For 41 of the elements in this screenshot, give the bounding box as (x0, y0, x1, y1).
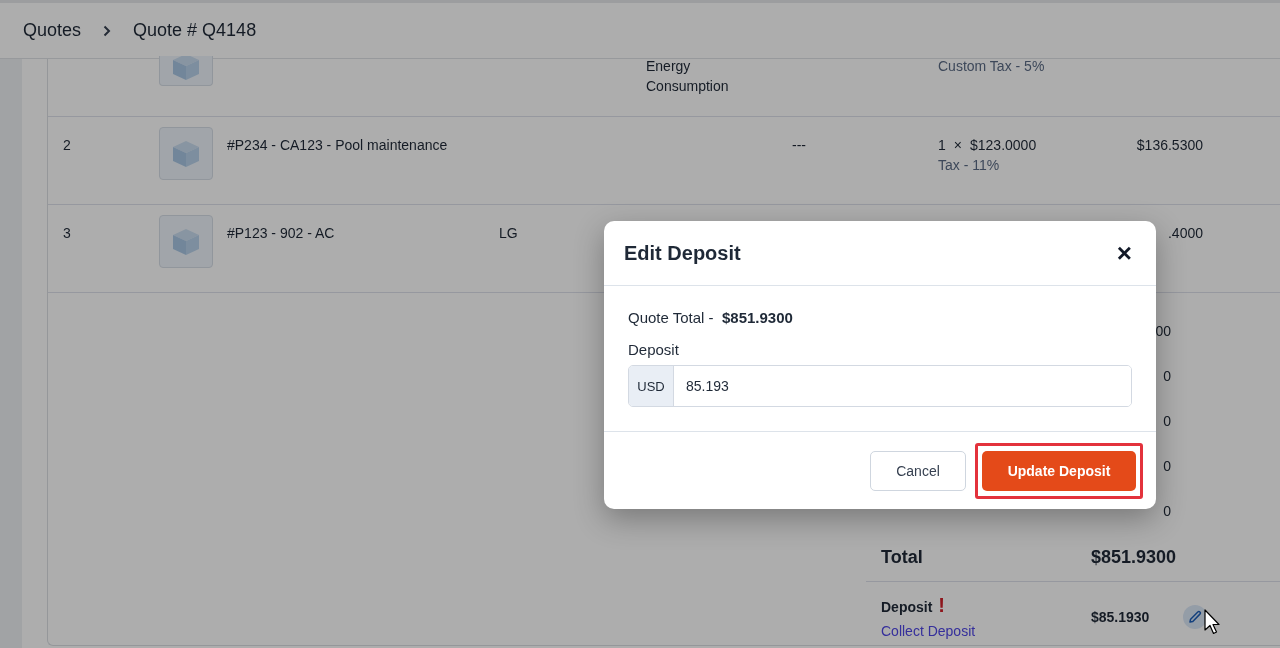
summary-value: 0 (1163, 502, 1171, 519)
deposit-field-label: Deposit (628, 341, 680, 358)
deposit-input-field[interactable]: USD 85.193 (628, 365, 1132, 407)
collect-deposit-link[interactable]: Collect Deposit (881, 623, 1091, 639)
close-button[interactable]: × (1112, 237, 1136, 269)
alert-mark: ! (938, 594, 945, 617)
summary-value: 0 (1163, 457, 1171, 474)
update-deposit-button[interactable]: Update Deposit (982, 451, 1136, 491)
cancel-button[interactable]: Cancel (870, 451, 966, 491)
product-thumbnail (159, 215, 213, 268)
row-number: 2 (63, 137, 71, 153)
dialog-title: Edit Deposit (624, 241, 741, 265)
summary-value: 00 (1155, 322, 1171, 339)
deposit-label: Deposit (881, 599, 933, 615)
quote-total-label: Quote Total - (628, 309, 714, 326)
unit-price: $123.0000 (970, 136, 1037, 155)
total-value: $851.9300 (1091, 546, 1178, 568)
table-cell: --- (792, 137, 806, 153)
quote-total-value: $851.9300 (721, 309, 793, 326)
summary-value: 0 (1163, 412, 1171, 429)
total-label: Total (881, 546, 924, 568)
cursor-icon (1204, 609, 1220, 635)
breadcrumb-item[interactable]: Quotes (23, 20, 82, 41)
summary-value: 0 (1163, 367, 1171, 384)
deposit-value: $85.1930 (1091, 608, 1151, 625)
product-thumbnail (159, 56, 213, 86)
chevron-right-icon (103, 24, 112, 37)
line-amount: .4000 (1167, 225, 1203, 241)
brand-cell: LG (499, 225, 518, 241)
quantity: 1 (938, 136, 946, 155)
times-sign: × (953, 136, 962, 155)
product-name: #P123 - 902 - AC (227, 225, 335, 241)
table-cell-text: Energy Consumption (646, 57, 730, 96)
row-number: 3 (63, 225, 71, 241)
product-name: #P234 - CA123 - Pool maintenance (227, 137, 448, 153)
edit-icon[interactable] (1183, 604, 1207, 629)
breadcrumb-item: Quote # Q4148 (133, 20, 257, 41)
tax-label: Custom Tax - 5% (938, 57, 1046, 76)
tax-label: Tax - 11% (938, 156, 1001, 175)
product-thumbnail (159, 127, 213, 180)
line-amount: $136.5300 (1136, 137, 1203, 153)
